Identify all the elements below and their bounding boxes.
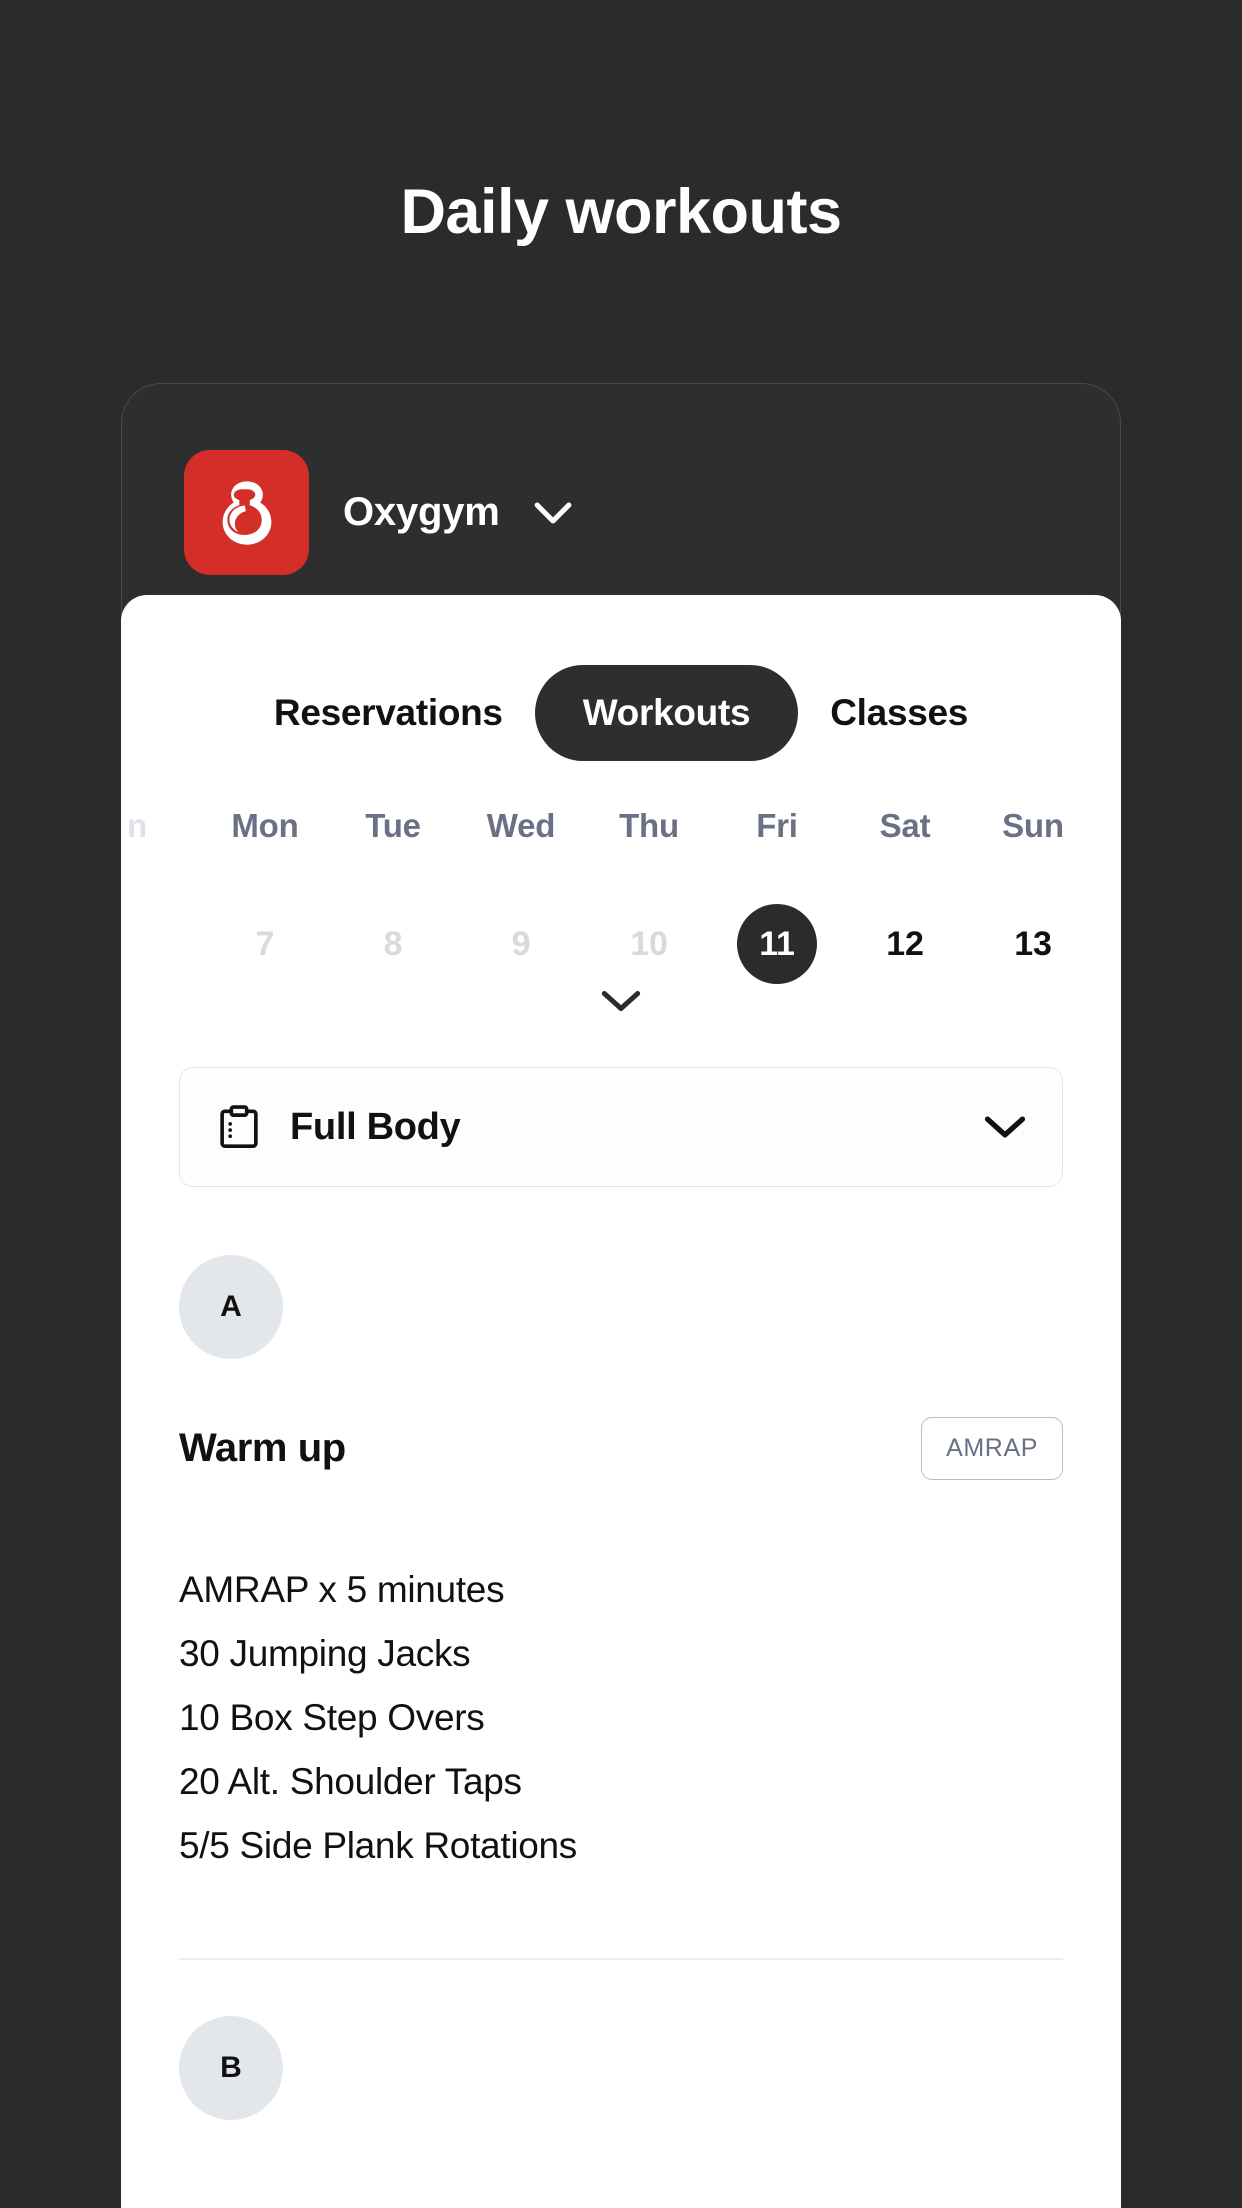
dayname-label: Tue [365,807,421,844]
calendar-strip[interactable]: n Mon Tue Wed Thu Fri Sat Sun 7 8 9 10 1… [121,807,1121,1011]
calendar-date-cell[interactable]: 12 [841,889,969,999]
app-header: Oxygym [122,384,1120,596]
calendar-dayname-cell: Fri [713,807,841,845]
calendar-dayname-cell: Sun [969,807,1097,845]
date-number: 7 [255,924,275,963]
calendar-date-cell[interactable] [121,889,201,999]
dayname-label: Wed [486,807,556,844]
chevron-down-icon [534,501,572,525]
workout-selector[interactable]: Full Body [179,1067,1063,1187]
dayname-label: Sat [879,807,931,844]
chevron-down-icon [984,1114,1026,1140]
calendar-expand-button[interactable] [121,989,1121,1013]
calendar-date-cell[interactable]: 13 [969,889,1097,999]
page-title: Daily workouts [400,177,842,247]
tab-workouts[interactable]: Workouts [534,665,799,761]
kettlebell-icon [208,474,286,552]
tab-reservations[interactable]: Reservations [252,692,525,734]
tab-bar: Reservations Workouts Classes [121,595,1121,761]
dayname-label: n [127,807,147,844]
calendar-date-cell-selected[interactable]: 11 [713,889,841,999]
calendar-dayname-cell: Thu [585,807,713,845]
calendar-dayname-cell: Sat [841,807,969,845]
block-title: Warm up [179,1426,346,1470]
calendar-daynames-row: n Mon Tue Wed Thu Fri Sat Sun [121,807,1121,845]
app-logo [184,450,309,575]
dayname-label: Fri [756,807,798,844]
content-sheet: Reservations Workouts Classes n Mon Tue … [121,595,1121,2208]
date-number: 10 [630,924,668,963]
block-letter-badge: A [179,1255,283,1359]
dayname-label: Mon [231,807,299,844]
date-number: 9 [511,924,531,963]
calendar-date-cell[interactable]: 8 [329,889,457,999]
block-exercise-line: 10 Box Step Overs [179,1697,485,1738]
block-type-badge: AMRAP [921,1417,1063,1480]
dayname-label: Sun [1002,807,1064,844]
tab-classes[interactable]: Classes [808,692,990,734]
calendar-dayname-cell: n [121,807,201,845]
calendar-date-cell[interactable]: 10 [585,889,713,999]
chevron-down-icon [601,989,641,1013]
block-exercise-line: 5/5 Side Plank Rotations [179,1825,577,1866]
app-switcher-button[interactable] [534,501,572,525]
date-number: 8 [383,924,403,963]
workout-block: A Warm up AMRAP AMRAP x 5 minutes 30 Jum… [121,1255,1121,2120]
block-exercise-list: AMRAP x 5 minutes 30 Jumping Jacks 10 Bo… [179,1558,1063,1878]
clipboard-list-icon [216,1104,262,1150]
calendar-dayname-cell: Mon [201,807,329,845]
block-header: Warm up AMRAP [179,1417,1063,1480]
block-exercise-line: 20 Alt. Shoulder Taps [179,1761,522,1802]
workout-selector-label: Full Body [290,1105,461,1148]
dayname-label: Thu [619,807,679,844]
date-number: 13 [1014,924,1052,963]
calendar-dayname-cell: Tue [329,807,457,845]
app-name: Oxygym [343,490,500,534]
calendar-dates-row: 7 8 9 10 11 12 13 [121,889,1121,999]
calendar-date-cell[interactable]: 7 [201,889,329,999]
calendar-date-cell[interactable] [1097,889,1121,999]
calendar-dayname-cell: M [1097,807,1121,845]
date-number: 12 [886,924,924,963]
calendar-date-cell[interactable]: 9 [457,889,585,999]
block-exercise-line: 30 Jumping Jacks [179,1633,471,1674]
block-divider [179,1958,1063,1960]
date-number: 11 [737,904,817,984]
calendar-dayname-cell: Wed [457,807,585,845]
block-letter-badge: B [179,2015,283,2120]
block-exercise-line: AMRAP x 5 minutes [179,1569,505,1610]
screen-root: Daily workouts Oxygym Reservations Worko… [0,0,1242,2208]
